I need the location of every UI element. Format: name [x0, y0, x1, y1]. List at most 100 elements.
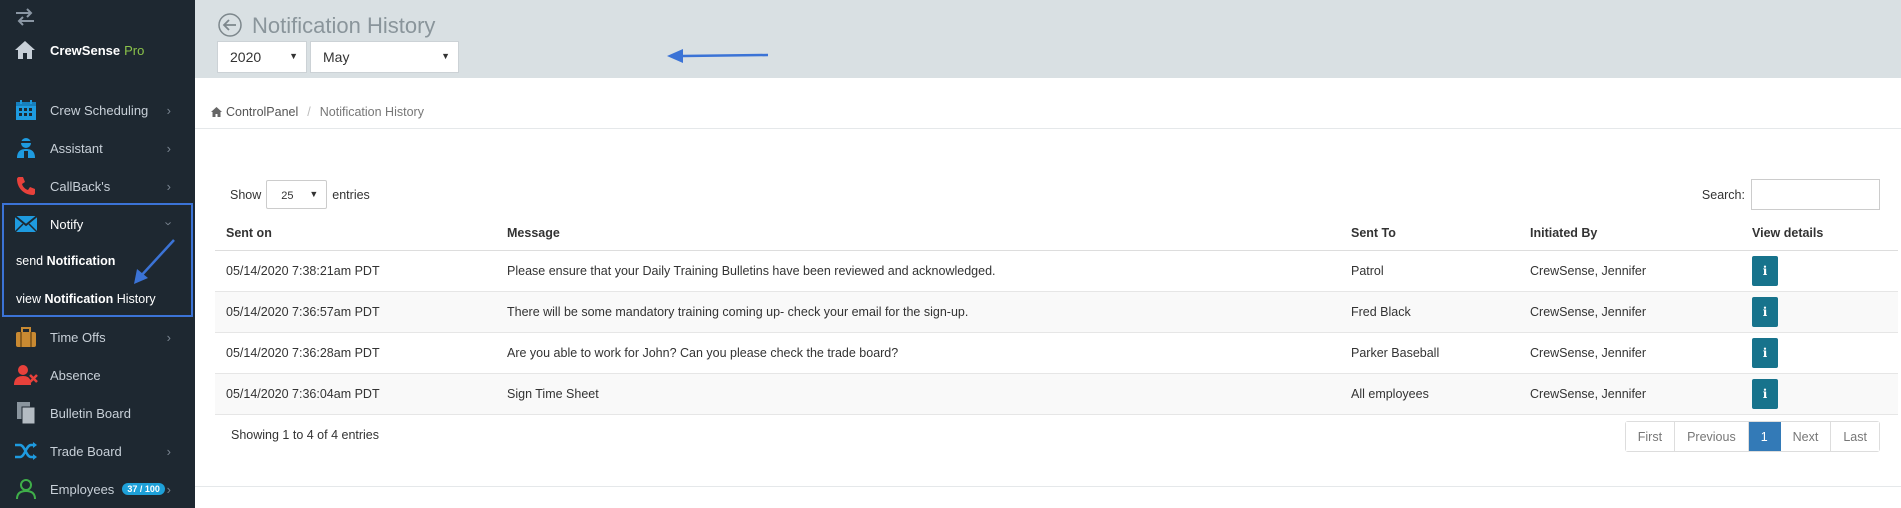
sidebar-item-label: CallBack's	[50, 178, 111, 194]
sidebar-item-crew-scheduling[interactable]: Crew Scheduling ›	[0, 91, 195, 129]
chevron-right-icon: ›	[166, 103, 171, 118]
sidebar-item-label: Notify	[50, 216, 84, 232]
table-header-row: Sent on Message Sent To Initiated By Vie…	[215, 217, 1898, 251]
pagination-next[interactable]: Next	[1780, 422, 1832, 451]
pagination: First Previous 1 Next Last	[1624, 421, 1880, 452]
chevron-right-icon: ›	[166, 482, 171, 497]
user-x-icon	[14, 363, 38, 387]
breadcrumb-home-link[interactable]: ControlPanel	[226, 105, 298, 119]
sidebar-item-assistant[interactable]: Assistant ›	[0, 129, 195, 167]
cell-view-details: i	[1741, 291, 1898, 333]
table-row: 05/14/2020 7:38:21am PDT Please ensure t…	[215, 250, 1898, 292]
sidebar-item-label: Assistant	[50, 140, 103, 156]
caret-down-icon: ▼	[309, 189, 319, 199]
pagination-page-1[interactable]: 1	[1748, 422, 1781, 451]
sidebar-item-label: Crew Scheduling	[50, 102, 149, 118]
column-header-initiated-by[interactable]: Initiated By	[1519, 217, 1741, 251]
sidebar-item-employees[interactable]: Employees 37 / 100 ›	[0, 470, 195, 508]
chevron-right-icon: ›	[166, 141, 171, 156]
column-header-sent-to[interactable]: Sent To	[1340, 217, 1519, 251]
sub-item-bold: Notification	[44, 292, 114, 306]
cell-view-details: i	[1741, 250, 1898, 292]
cell-sent-on: 05/14/2020 7:36:57am PDT	[215, 291, 496, 333]
breadcrumb: ControlPanel / Notification History	[195, 95, 1901, 129]
sidebar-item-time-offs[interactable]: Time Offs ›	[0, 318, 195, 356]
breadcrumb-separator: /	[307, 104, 311, 119]
back-arrow-icon[interactable]	[218, 13, 242, 37]
sidebar-item-trade-board[interactable]: Trade Board ›	[0, 432, 195, 470]
sidebar: CrewSense Pro Crew Scheduling › Assistan…	[0, 0, 195, 508]
column-header-message[interactable]: Message	[496, 217, 1340, 251]
info-icon[interactable]: i	[1752, 337, 1778, 368]
page-length-control: Show 25 ▼ entries	[230, 180, 370, 209]
sub-item-bold: Notification	[46, 254, 116, 268]
cell-sent-on: 05/14/2020 7:36:28am PDT	[215, 332, 496, 374]
chevron-right-icon: ›	[166, 330, 171, 345]
breadcrumb-current: Notification History	[319, 104, 424, 119]
sidebar-item-callbacks[interactable]: CallBack's ›	[0, 167, 195, 205]
calendar-icon	[14, 98, 38, 122]
brand-suffix: Pro	[124, 42, 145, 58]
suitcase-icon	[14, 325, 38, 349]
table-row: 05/14/2020 7:36:04am PDT Sign Time Sheet…	[215, 373, 1898, 415]
swap-icon[interactable]	[14, 8, 36, 26]
info-icon[interactable]: i	[1752, 378, 1778, 409]
sidebar-item-label: Trade Board	[50, 443, 122, 459]
annotation-arrow-icon	[134, 239, 175, 284]
search-control: Search:	[1702, 179, 1880, 210]
month-select-value: May	[323, 49, 350, 65]
chevron-down-icon: ›	[161, 221, 177, 226]
sidebar-item-label: Absence	[50, 367, 101, 383]
notification-table: Sent on Message Sent To Initiated By Vie…	[215, 217, 1898, 415]
cell-initiated-by: CrewSense, Jennifer	[1519, 373, 1741, 415]
pagination-first[interactable]: First	[1625, 422, 1676, 451]
home-icon	[15, 41, 35, 59]
month-select[interactable]: May ▼	[310, 41, 459, 73]
year-select[interactable]: 2020 ▼	[217, 41, 307, 73]
divider	[195, 486, 1901, 487]
entries-label: entries	[332, 187, 370, 202]
cell-initiated-by: CrewSense, Jennifer	[1519, 250, 1741, 292]
cell-initiated-by: CrewSense, Jennifer	[1519, 332, 1741, 374]
sidebar-item-bulletin-board[interactable]: Bulletin Board	[0, 394, 195, 432]
phone-icon	[14, 174, 38, 198]
cell-message: Sign Time Sheet	[496, 373, 1340, 415]
sidebar-sub-send-notification[interactable]: send Notification	[16, 254, 115, 268]
cell-sent-on: 05/14/2020 7:38:21am PDT	[215, 250, 496, 292]
page-length-select[interactable]: 25 ▼	[266, 180, 328, 209]
sidebar-item-absence[interactable]: Absence	[0, 356, 195, 394]
user-icon	[14, 477, 38, 501]
cell-message: There will be some mandatory training co…	[496, 291, 1340, 333]
table-row: 05/14/2020 7:36:57am PDT There will be s…	[215, 291, 1898, 333]
chevron-right-icon: ›	[166, 179, 171, 194]
page-title: Notification History	[252, 13, 436, 38]
page-length-value: 25	[281, 190, 294, 202]
column-header-sent-on[interactable]: Sent on	[215, 217, 496, 251]
employees-count-badge: 37 / 100	[122, 483, 165, 495]
sub-item-prefix: send	[16, 254, 44, 268]
brand[interactable]: CrewSense Pro	[14, 40, 144, 60]
cell-message: Are you able to work for John? Can you p…	[496, 332, 1340, 374]
table-info: Showing 1 to 4 of 4 entries	[231, 428, 380, 442]
envelope-icon	[14, 212, 38, 236]
search-input[interactable]	[1751, 179, 1880, 210]
cell-sent-to: Patrol	[1340, 250, 1519, 292]
pagination-last[interactable]: Last	[1831, 422, 1879, 451]
pagination-previous[interactable]: Previous	[1675, 422, 1749, 451]
column-header-view-details[interactable]: View details	[1741, 217, 1898, 251]
cell-sent-to: Parker Baseball	[1340, 332, 1519, 374]
sidebar-item-label: Bulletin Board	[50, 405, 131, 421]
cell-sent-to: All employees	[1340, 373, 1519, 415]
shuffle-icon	[14, 439, 38, 463]
show-label: Show	[230, 187, 262, 202]
chevron-right-icon: ›	[166, 444, 171, 459]
info-icon[interactable]: i	[1752, 296, 1778, 327]
caret-down-icon: ▼	[441, 51, 450, 61]
sidebar-item-label: Employees	[50, 481, 115, 497]
info-icon[interactable]: i	[1752, 255, 1778, 286]
caret-down-icon: ▼	[289, 51, 298, 61]
home-icon	[211, 106, 222, 117]
cell-initiated-by: CrewSense, Jennifer	[1519, 291, 1741, 333]
sidebar-sub-view-notification-history[interactable]: view Notification History	[16, 292, 156, 306]
brand-name: CrewSense	[50, 42, 121, 58]
